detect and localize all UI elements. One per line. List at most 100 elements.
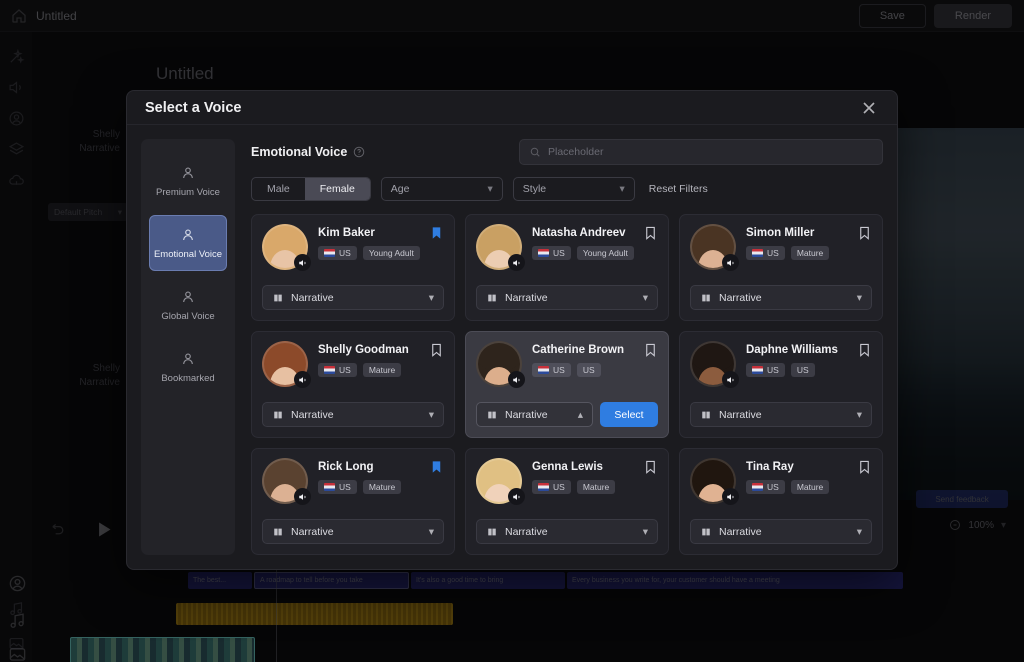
voice-style-dropdown[interactable]: Narrative ▾ <box>690 402 872 427</box>
voice-style-dropdown[interactable]: Narrative ▾ <box>476 285 658 310</box>
sidebar-item-premium-voice[interactable]: Premium Voice <box>149 153 227 209</box>
sidebar-item-global-voice[interactable]: Global Voice <box>149 277 227 333</box>
voice-info: Catherine Brown US US <box>532 341 658 377</box>
voice-tag: Mature <box>791 480 829 494</box>
voice-card[interactable]: Shelly Goodman USMature Narrative ▾ <box>251 331 455 438</box>
voice-card[interactable]: Catherine Brown US US Narrative ▴ Select <box>465 331 669 438</box>
voice-card-header: Tina Ray USMature <box>690 458 872 510</box>
voice-card-header: Genna Lewis USMature <box>476 458 658 510</box>
voice-tag: US <box>746 246 785 260</box>
age-filter-dropdown[interactable]: Age ▾ <box>381 177 503 201</box>
chevron-down-icon: ▾ <box>429 409 434 421</box>
voice-style-dropdown[interactable]: Narrative ▾ <box>476 519 658 544</box>
avatar[interactable] <box>476 458 522 504</box>
voice-name: Simon Miller <box>746 227 872 239</box>
play-sample-icon[interactable] <box>508 488 525 505</box>
voice-card[interactable]: Tina Ray USMature Narrative ▾ <box>679 448 883 555</box>
avatar[interactable] <box>262 341 308 387</box>
us-flag-icon <box>324 483 335 491</box>
avatar[interactable] <box>476 224 522 270</box>
voice-name: Catherine Brown <box>532 344 658 356</box>
voice-style-dropdown[interactable]: Narrative ▾ <box>262 285 444 310</box>
avatar[interactable] <box>476 341 522 387</box>
voice-info: Daphne Williams USUS <box>746 341 872 377</box>
voice-tag: Mature <box>363 363 401 377</box>
voice-tag-label: US <box>553 482 565 492</box>
voice-style-dropdown[interactable]: Narrative ▴ <box>476 402 593 427</box>
help-circle-icon[interactable] <box>353 146 365 158</box>
play-sample-icon[interactable] <box>722 254 739 271</box>
sidebar-item-bookmarked[interactable]: Bookmarked <box>149 339 227 395</box>
book-icon <box>700 293 712 303</box>
play-sample-icon[interactable] <box>508 254 525 271</box>
voice-grid: Kim Baker USYoung Adult Narrative ▾ <box>251 214 883 555</box>
voice-style-dropdown[interactable]: Narrative ▾ <box>690 519 872 544</box>
avatar[interactable] <box>262 224 308 270</box>
voice-tag: US <box>532 246 571 260</box>
avatar[interactable] <box>690 341 736 387</box>
voice-tag-label: US <box>339 365 351 375</box>
gender-option-female[interactable]: Female <box>305 178 370 200</box>
bookmark-icon[interactable] <box>643 224 658 242</box>
voice-card[interactable]: Natasha Andreev USYoung Adult Narrative … <box>465 214 669 321</box>
sidebar-item-label: Bookmarked <box>161 373 214 384</box>
voice-tag: Mature <box>577 480 615 494</box>
voice-tag-label: Mature <box>797 482 823 492</box>
sidebar-item-emotional-voice[interactable]: Emotional Voice <box>149 215 227 271</box>
bookmark-icon[interactable] <box>643 341 658 359</box>
bookmark-icon[interactable] <box>857 341 872 359</box>
voice-name: Natasha Andreev <box>532 227 658 239</box>
voice-card-footer: Narrative ▾ <box>690 285 872 310</box>
play-sample-icon[interactable] <box>722 371 739 388</box>
voice-style-dropdown[interactable]: Narrative ▾ <box>262 519 444 544</box>
voice-tag: US <box>791 363 815 377</box>
play-sample-icon[interactable] <box>294 371 311 388</box>
voice-style-label: Narrative <box>719 526 762 538</box>
gender-option-male[interactable]: Male <box>252 178 305 200</box>
bookmark-icon[interactable] <box>857 224 872 242</box>
select-voice-button[interactable]: Select <box>600 402 658 427</box>
voice-info: Simon Miller US Mature <box>746 224 872 260</box>
voice-tag-label: Young Adult <box>369 248 414 258</box>
avatar[interactable] <box>690 458 736 504</box>
sidebar-item-label: Premium Voice <box>156 187 220 198</box>
voice-tag: Mature <box>791 246 829 260</box>
play-sample-icon[interactable] <box>508 371 525 388</box>
voice-style-dropdown[interactable]: Narrative ▾ <box>690 285 872 310</box>
avatar[interactable] <box>690 224 736 270</box>
play-sample-icon[interactable] <box>294 488 311 505</box>
search-input[interactable]: Placeholder <box>519 139 883 165</box>
age-filter-label: Age <box>391 183 410 195</box>
reset-filters-button[interactable]: Reset Filters <box>649 183 708 195</box>
dialog-sidebar: Premium Voice Emotional Voice Global Voi… <box>141 139 235 555</box>
voice-card-footer: Narrative ▾ <box>690 519 872 544</box>
voice-card[interactable]: Kim Baker USYoung Adult Narrative ▾ <box>251 214 455 321</box>
voice-tag-label: US <box>553 365 565 375</box>
voice-tag: US <box>318 363 357 377</box>
bookmark-icon[interactable] <box>643 458 658 476</box>
voice-card[interactable]: Daphne Williams USUS Narrative ▾ <box>679 331 883 438</box>
voice-name: Kim Baker <box>318 227 444 239</box>
voice-tags: USYoung Adult <box>318 246 444 260</box>
avatar[interactable] <box>262 458 308 504</box>
voice-style-dropdown[interactable]: Narrative ▾ <box>262 402 444 427</box>
voice-style-label: Narrative <box>291 292 334 304</box>
style-filter-dropdown[interactable]: Style ▾ <box>513 177 635 201</box>
dialog-content: Emotional Voice Placeholder Male Fem <box>251 139 883 555</box>
voice-card[interactable]: Genna Lewis USMature Narrative ▾ <box>465 448 669 555</box>
voice-tag: US <box>577 363 601 377</box>
play-sample-icon[interactable] <box>722 488 739 505</box>
voice-tag-label: Mature <box>797 248 823 258</box>
voice-tag-label: US <box>583 365 595 375</box>
bookmark-icon[interactable] <box>857 458 872 476</box>
close-icon[interactable] <box>859 98 879 118</box>
us-flag-icon <box>752 483 763 491</box>
voice-card[interactable]: Rick Long USMature Narrative ▾ <box>251 448 455 555</box>
voice-card[interactable]: Simon Miller US Mature Narrative ▾ <box>679 214 883 321</box>
bookmark-icon-filled[interactable] <box>429 224 444 242</box>
bookmark-icon[interactable] <box>429 341 444 359</box>
bookmark-icon-filled[interactable] <box>429 458 444 476</box>
play-sample-icon[interactable] <box>294 254 311 271</box>
voice-card-footer: Narrative ▴ Select <box>476 402 658 427</box>
sidebar-item-label: Global Voice <box>161 311 214 322</box>
